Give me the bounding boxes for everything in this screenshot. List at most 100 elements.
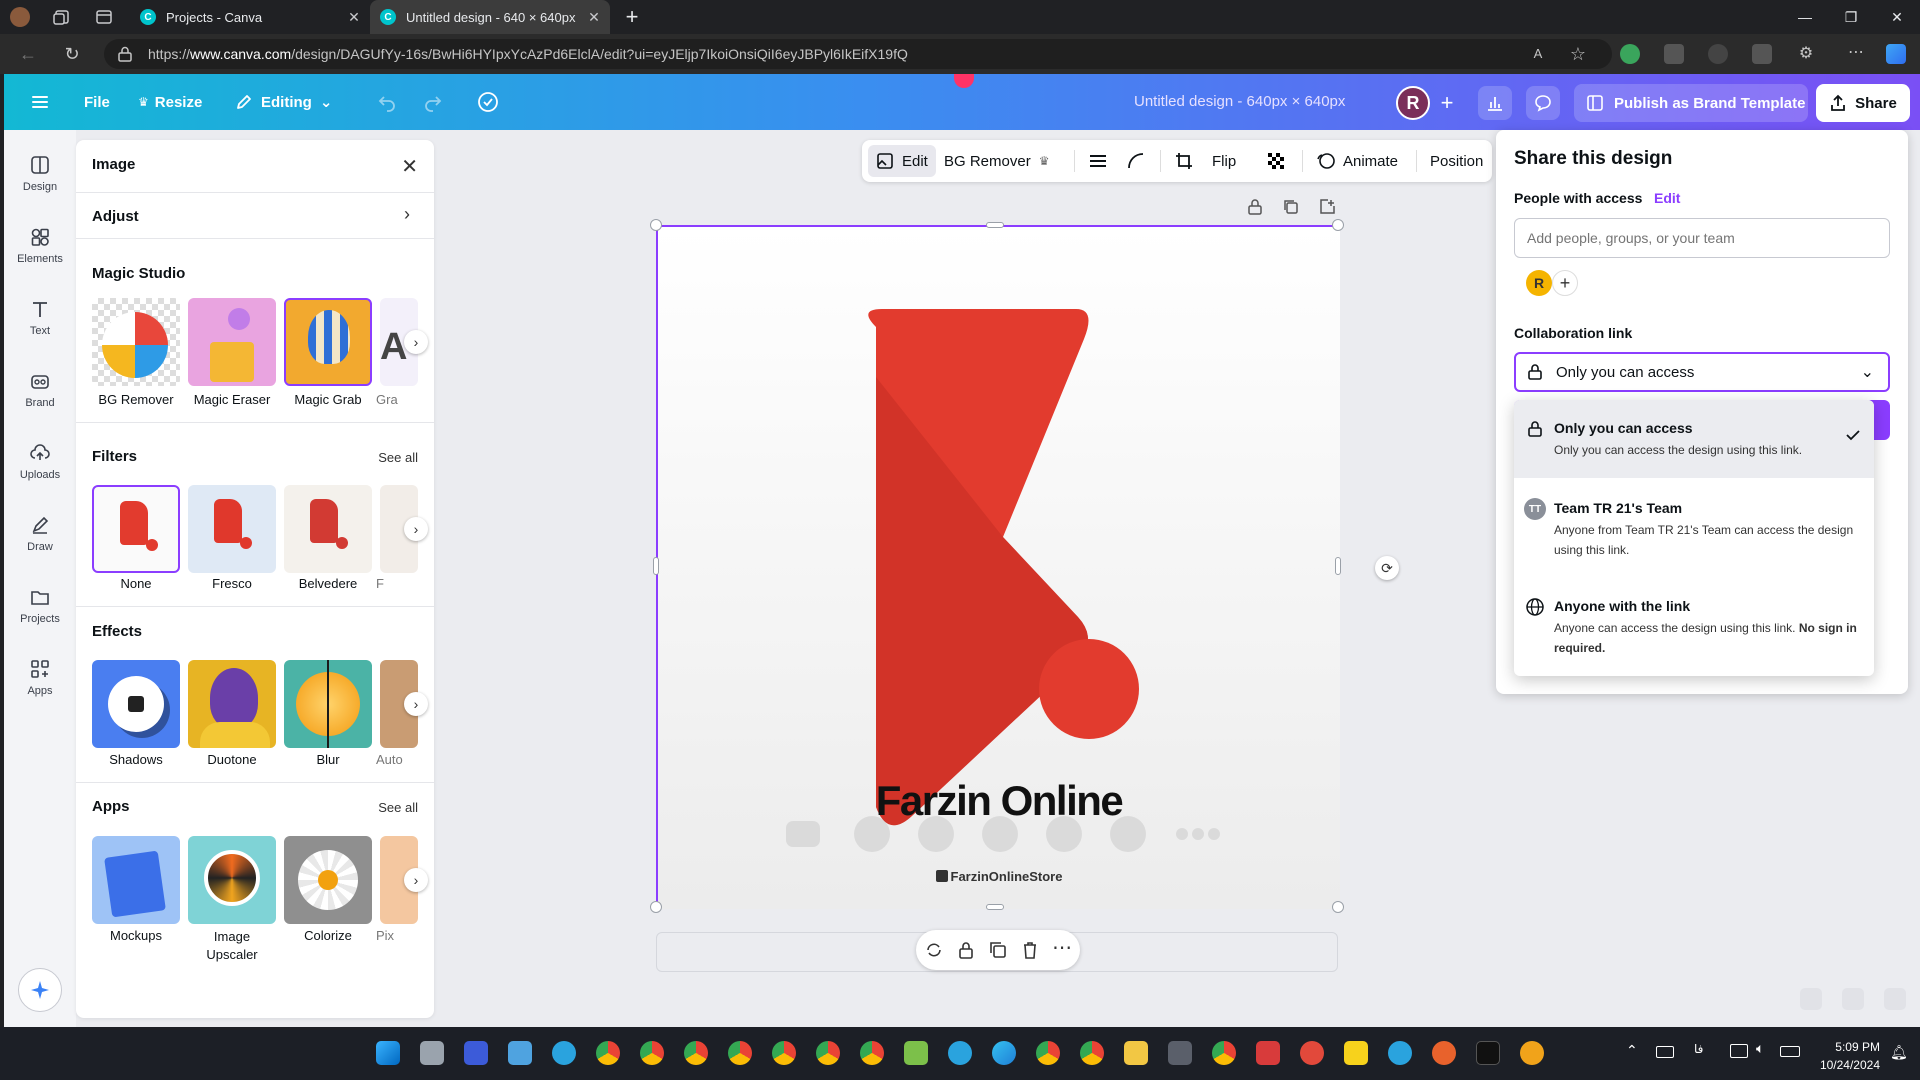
- border-style-button[interactable]: [1088, 140, 1108, 182]
- redo-button[interactable]: [422, 74, 451, 130]
- main-menu-button[interactable]: [30, 74, 57, 130]
- file-explorer-icon[interactable]: [1124, 1041, 1148, 1065]
- telegram-icon[interactable]: [552, 1041, 576, 1065]
- chrome-icon[interactable]: [1212, 1041, 1236, 1065]
- calculator-icon[interactable]: [1168, 1041, 1192, 1065]
- people-access-edit-link[interactable]: Edit: [1654, 190, 1680, 206]
- scroll-right-button[interactable]: ›: [404, 868, 428, 892]
- chrome-icon[interactable]: [772, 1041, 796, 1065]
- edit-image-button[interactable]: Edit: [868, 145, 936, 177]
- rail-item-text[interactable]: Text: [4, 298, 76, 358]
- bg-remover-tile[interactable]: [92, 298, 180, 386]
- minimize-icon[interactable]: —: [1782, 0, 1828, 34]
- add-page-icon[interactable]: [1318, 198, 1336, 216]
- clock-date[interactable]: 10/24/2024: [1810, 1058, 1880, 1072]
- duplicate-element-icon[interactable]: [988, 940, 1008, 960]
- rail-item-elements[interactable]: Elements: [4, 226, 76, 286]
- add-people-input[interactable]: [1514, 218, 1890, 258]
- workspaces-icon[interactable]: [52, 7, 72, 27]
- resize-handle-s[interactable]: [986, 904, 1004, 910]
- publish-brand-template-button[interactable]: Publish as Brand Template: [1574, 84, 1808, 122]
- volume-icon[interactable]: 🔈︎: [1756, 1040, 1764, 1057]
- more-menu-icon[interactable]: ⋯: [1846, 44, 1866, 64]
- file-menu-button[interactable]: File: [84, 74, 110, 130]
- extension-w-icon[interactable]: [1708, 44, 1728, 64]
- profile-avatar-icon[interactable]: [10, 7, 30, 27]
- copilot-icon[interactable]: [1886, 44, 1906, 64]
- notepad-icon[interactable]: [904, 1041, 928, 1065]
- delete-icon[interactable]: [1020, 940, 1040, 960]
- rail-item-brand[interactable]: Brand: [4, 370, 76, 430]
- effect-shadows-tile[interactable]: [92, 660, 180, 748]
- close-window-icon[interactable]: ✕: [1874, 0, 1920, 34]
- rotate-handle-icon[interactable]: ⟳: [1375, 556, 1399, 580]
- option-only-you[interactable]: Only you can access Only you can access …: [1514, 400, 1874, 478]
- filter-none-tile[interactable]: [92, 485, 180, 573]
- transparency-button[interactable]: [1266, 140, 1286, 182]
- chrome-icon[interactable]: [1080, 1041, 1104, 1065]
- favorite-star-icon[interactable]: ☆: [1568, 44, 1588, 64]
- new-tab-icon[interactable]: +: [622, 6, 642, 28]
- extensions-puzzle-icon[interactable]: ⚙: [1796, 44, 1816, 64]
- effect-duotone-tile[interactable]: [188, 660, 276, 748]
- telegram-icon[interactable]: [948, 1041, 972, 1065]
- chrome-icon[interactable]: [640, 1041, 664, 1065]
- scroll-right-button[interactable]: ›: [404, 330, 428, 354]
- rail-item-draw[interactable]: Draw: [4, 514, 76, 574]
- chrome-icon[interactable]: [684, 1041, 708, 1065]
- resize-handle-e[interactable]: [1335, 557, 1341, 575]
- app-icon[interactable]: [1300, 1041, 1324, 1065]
- effect-blur-tile[interactable]: [284, 660, 372, 748]
- chrome-icon[interactable]: [816, 1041, 840, 1065]
- replace-icon[interactable]: [924, 940, 944, 960]
- notification-bell-icon[interactable]: 🔔︎: [1890, 1044, 1908, 1061]
- filter-fresco-tile[interactable]: [188, 485, 276, 573]
- collaborator-avatar[interactable]: R: [1526, 270, 1552, 296]
- filters-see-all-link[interactable]: See all: [378, 450, 418, 465]
- rail-item-design[interactable]: Design: [4, 154, 76, 214]
- scroll-right-button[interactable]: ›: [404, 692, 428, 716]
- crop-button[interactable]: [1174, 140, 1194, 182]
- comments-button[interactable]: [1526, 86, 1560, 120]
- apps-see-all-link[interactable]: See all: [378, 800, 418, 815]
- scroll-right-button[interactable]: ›: [404, 517, 428, 541]
- chrome-icon[interactable]: [860, 1041, 884, 1065]
- magic-grab-tile[interactable]: [284, 298, 372, 386]
- rail-item-apps[interactable]: Apps: [4, 658, 76, 718]
- fullscreen-toggle-icon[interactable]: [1884, 988, 1906, 1010]
- option-anyone-with-link[interactable]: Anyone with the link Anyone can access t…: [1514, 574, 1874, 676]
- undo-button[interactable]: [376, 74, 405, 130]
- resize-handle-w[interactable]: [653, 557, 659, 575]
- app-icon[interactable]: [1432, 1041, 1456, 1065]
- app-icon[interactable]: [1256, 1041, 1280, 1065]
- app-icon[interactable]: [1520, 1041, 1544, 1065]
- resize-handle-nw[interactable]: [650, 219, 662, 231]
- extension-shield-icon[interactable]: [1620, 44, 1640, 64]
- app-icon[interactable]: [1476, 1041, 1500, 1065]
- chrome-icon[interactable]: [1036, 1041, 1060, 1065]
- url-field[interactable]: https://www.canva.com/design/DAGUfYy-16s…: [104, 39, 1612, 69]
- chrome-icon[interactable]: [728, 1041, 752, 1065]
- design-canvas[interactable]: Farzin Online FarzinOnlineStore: [656, 225, 1340, 909]
- lock-element-icon[interactable]: [956, 940, 976, 960]
- app-icon[interactable]: [464, 1041, 488, 1065]
- recording-badge-icon[interactable]: [954, 74, 974, 88]
- magic-eraser-tile[interactable]: [188, 298, 276, 386]
- editing-mode-button[interactable]: Editing ⌄: [234, 74, 332, 130]
- start-windows-icon[interactable]: [376, 1041, 400, 1065]
- duplicate-page-icon[interactable]: [1282, 198, 1300, 216]
- close-tab-icon[interactable]: ✕: [586, 9, 602, 25]
- resize-handle-n[interactable]: [986, 222, 1004, 228]
- language-icon[interactable]: ﻓﺎ: [1694, 1042, 1703, 1056]
- tab-projects[interactable]: C Projects - Canva ✕: [130, 0, 370, 34]
- network-icon[interactable]: [1730, 1044, 1748, 1058]
- app-colorize-tile[interactable]: [284, 836, 372, 924]
- resize-handle-se[interactable]: [1332, 901, 1344, 913]
- resize-handle-sw[interactable]: [650, 901, 662, 913]
- timer-toggle-icon[interactable]: [1842, 988, 1864, 1010]
- refresh-icon[interactable]: ↻: [60, 42, 84, 66]
- more-options-icon[interactable]: ⋯: [1050, 938, 1074, 962]
- invite-button[interactable]: +: [1430, 86, 1464, 120]
- photos-icon[interactable]: [508, 1041, 532, 1065]
- collaboration-link-select[interactable]: Only you can access ⌄: [1514, 352, 1890, 392]
